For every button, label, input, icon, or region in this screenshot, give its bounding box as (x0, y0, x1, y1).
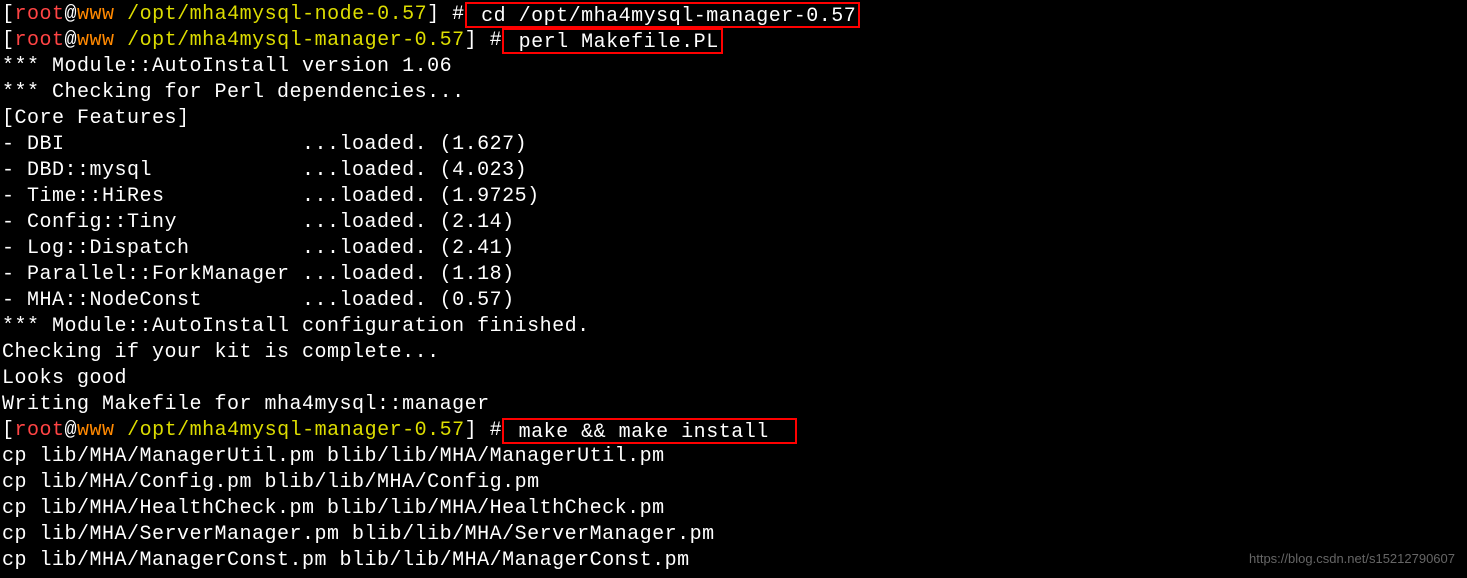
hostname: www (77, 28, 115, 54)
bracket: [ (2, 418, 15, 444)
cwd: /opt/mha4mysql-manager-0.57 (115, 28, 465, 54)
output-line: - Log::Dispatch ...loaded. (2.41) (2, 236, 1465, 262)
output-line: Writing Makefile for mha4mysql::manager (2, 392, 1465, 418)
output-line: - MHA::NodeConst ...loaded. (0.57) (2, 288, 1465, 314)
bracket: ] (465, 418, 478, 444)
bracket: [ (2, 2, 15, 28)
output-line: [Core Features] (2, 106, 1465, 132)
command-text: make && make install (506, 421, 769, 444)
watermark-text: https://blog.csdn.net/s15212790607 (1249, 546, 1455, 572)
hostname: www (77, 2, 115, 28)
prompt-hash: # (477, 28, 502, 54)
output-line: *** Checking for Perl dependencies... (2, 80, 1465, 106)
cwd: /opt/mha4mysql-node-0.57 (115, 2, 428, 28)
output-line: - Parallel::ForkManager ...loaded. (1.18… (2, 262, 1465, 288)
output-line: - Time::HiRes ...loaded. (1.9725) (2, 184, 1465, 210)
output-line: Looks good (2, 366, 1465, 392)
prompt-hash: # (440, 2, 465, 28)
highlighted-command-cd: cd /opt/mha4mysql-manager-0.57 (465, 2, 861, 28)
at-sign: @ (65, 28, 78, 54)
prompt-hash: # (477, 418, 502, 444)
output-line: cp lib/MHA/Config.pm blib/lib/MHA/Config… (2, 470, 1465, 496)
output-line: cp lib/MHA/ServerManager.pm blib/lib/MHA… (2, 522, 1465, 548)
highlighted-command-make: make && make install (502, 418, 797, 444)
user: root (15, 28, 65, 54)
cwd: /opt/mha4mysql-manager-0.57 (115, 418, 465, 444)
at-sign: @ (65, 418, 78, 444)
command-text: perl Makefile.PL (506, 31, 719, 54)
user: root (15, 2, 65, 28)
output-line: cp lib/MHA/ManagerConst.pm blib/lib/MHA/… (2, 548, 1465, 574)
prompt-line-2[interactable]: [root@www /opt/mha4mysql-manager-0.57] #… (2, 28, 1465, 54)
bracket: ] (465, 28, 478, 54)
prompt-line-3[interactable]: [root@www /opt/mha4mysql-manager-0.57] #… (2, 418, 1465, 444)
output-line: - DBD::mysql ...loaded. (4.023) (2, 158, 1465, 184)
output-line: - Config::Tiny ...loaded. (2.14) (2, 210, 1465, 236)
output-line: - DBI ...loaded. (1.627) (2, 132, 1465, 158)
output-line: cp lib/MHA/HealthCheck.pm blib/lib/MHA/H… (2, 496, 1465, 522)
highlighted-command-perl: perl Makefile.PL (502, 28, 723, 54)
bracket: [ (2, 28, 15, 54)
output-line: cp lib/MHA/ManagerUtil.pm blib/lib/MHA/M… (2, 444, 1465, 470)
terminal-output: [root@www /opt/mha4mysql-node-0.57] # cd… (0, 0, 1467, 576)
output-line: Checking if your kit is complete... (2, 340, 1465, 366)
at-sign: @ (65, 2, 78, 28)
prompt-line-1[interactable]: [root@www /opt/mha4mysql-node-0.57] # cd… (2, 2, 1465, 28)
output-line: *** Module::AutoInstall version 1.06 (2, 54, 1465, 80)
command-text: cd /opt/mha4mysql-manager-0.57 (469, 5, 857, 28)
bracket: ] (427, 2, 440, 28)
output-line: *** Module::AutoInstall configuration fi… (2, 314, 1465, 340)
hostname: www (77, 418, 115, 444)
user: root (15, 418, 65, 444)
